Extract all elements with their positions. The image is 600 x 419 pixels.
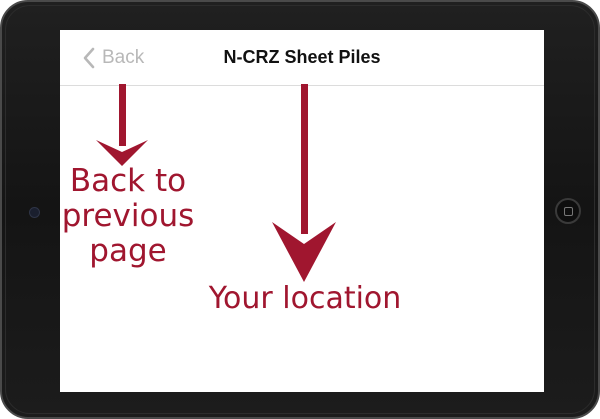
home-button[interactable] bbox=[555, 198, 581, 224]
navigation-bar: Back N-CRZ Sheet Piles bbox=[60, 30, 544, 86]
tablet-frame: Back N-CRZ Sheet Piles bbox=[0, 0, 600, 419]
home-square-icon bbox=[563, 206, 573, 216]
app-screen: Back N-CRZ Sheet Piles bbox=[60, 30, 544, 392]
page-title: N-CRZ Sheet Piles bbox=[223, 47, 381, 67]
camera-icon bbox=[29, 207, 40, 218]
